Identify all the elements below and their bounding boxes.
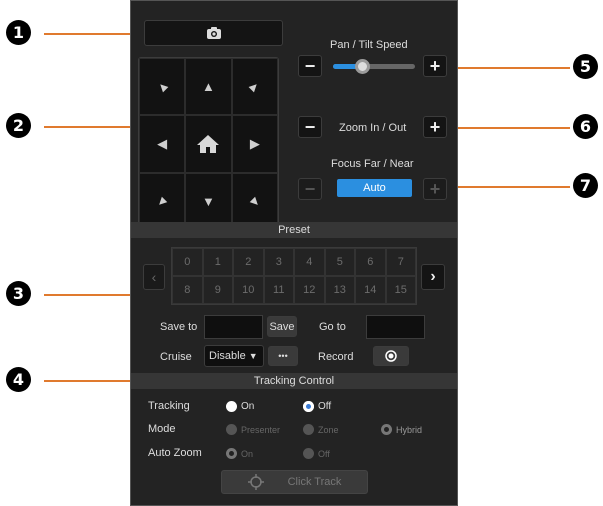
auto-zoom-on-label: On <box>241 449 254 459</box>
pan-tilt-speed-label: Pan / Tilt Speed <box>330 39 408 51</box>
arrow-up-left-icon: ▲ <box>152 76 173 97</box>
preset-slot[interactable]: 9 <box>202 276 233 304</box>
mode-zone-radio[interactable] <box>303 424 314 435</box>
preset-slot[interactable]: 11 <box>263 276 294 304</box>
record-icon <box>385 350 397 362</box>
tracking-off-radio[interactable] <box>303 401 314 412</box>
leader-line-2 <box>44 126 136 128</box>
save-button[interactable]: Save <box>267 316 297 337</box>
preset-slot[interactable]: 6 <box>355 248 386 276</box>
callout-2: 2 <box>6 113 31 138</box>
preset-slot[interactable]: 14 <box>355 276 386 304</box>
callout-3: 3 <box>6 281 31 306</box>
save-to-label: Save to <box>160 321 198 333</box>
arrow-left-icon: ◀ <box>157 135 168 151</box>
tilt-up-button[interactable]: ▲ <box>185 58 232 116</box>
pan-tilt-speed-slider[interactable] <box>333 59 415 74</box>
tracking-label: Tracking <box>148 400 190 412</box>
tracking-control-header: Tracking Control <box>131 373 457 389</box>
tracking-off-label: Off <box>318 401 332 412</box>
callout-6: 6 <box>573 114 598 139</box>
click-track-label: Click Track <box>287 476 342 488</box>
tracking-on-label: On <box>241 401 255 412</box>
preset-slot[interactable]: 15 <box>385 276 416 304</box>
leader-line-6 <box>446 127 570 129</box>
pan-up-left-button[interactable]: ▲ <box>139 58 186 116</box>
preset-slot[interactable]: 8 <box>172 276 203 304</box>
chevron-left-icon: ‹ <box>151 269 157 285</box>
cruise-select-value: Disable <box>209 350 246 362</box>
chevron-right-icon: › <box>430 268 436 285</box>
mode-hybrid-radio[interactable] <box>381 424 392 435</box>
callout-4: 4 <box>6 367 31 392</box>
camera-control-panel: ▲ ▲ ▲ ◀ ▶ ▼ ▼ ▼ Pan / Tilt Speed − + − Z… <box>130 0 458 506</box>
arrow-down-left-icon: ▼ <box>152 191 173 212</box>
pan-tilt-speed-decrease-button[interactable]: − <box>298 55 322 77</box>
pan-left-button[interactable]: ◀ <box>139 115 186 173</box>
preset-slot[interactable]: 10 <box>233 276 264 304</box>
mode-zone-label: Zone <box>318 425 339 435</box>
snapshot-button[interactable] <box>144 20 283 46</box>
tracking-on-radio[interactable] <box>226 401 237 412</box>
chevron-down-icon: ▼ <box>248 351 258 361</box>
preset-grid: 0 1 2 3 4 5 6 7 8 9 10 11 12 13 14 15 <box>171 247 417 305</box>
pan-up-right-button[interactable]: ▲ <box>231 58 278 116</box>
preset-slot[interactable]: 4 <box>294 248 325 276</box>
preset-slot[interactable]: 5 <box>324 248 355 276</box>
auto-zoom-off-radio[interactable] <box>303 448 314 459</box>
save-to-input[interactable] <box>204 315 263 339</box>
click-track-button[interactable]: Click Track <box>221 470 368 494</box>
preset-slot[interactable]: 7 <box>385 248 416 276</box>
preset-header: Preset <box>131 222 457 238</box>
direction-pad: ▲ ▲ ▲ ◀ ▶ ▼ ▼ ▼ <box>138 57 279 231</box>
zoom-in-button[interactable]: + <box>423 116 447 138</box>
camera-icon <box>206 27 221 39</box>
preset-slot[interactable]: 1 <box>202 248 233 276</box>
pan-tilt-speed-increase-button[interactable]: + <box>423 55 447 77</box>
preset-slot[interactable]: 2 <box>233 248 264 276</box>
zoom-label: Zoom In / Out <box>339 122 407 134</box>
preset-next-button[interactable]: › <box>421 264 445 290</box>
arrow-right-icon: ▶ <box>249 135 260 151</box>
focus-near-button[interactable]: + <box>423 178 447 200</box>
focus-far-button[interactable]: − <box>298 178 322 200</box>
pan-right-button[interactable]: ▶ <box>231 115 278 173</box>
arrow-up-icon: ▲ <box>202 79 215 95</box>
focus-auto-button[interactable]: Auto <box>337 179 412 197</box>
preset-slot[interactable]: 12 <box>294 276 325 304</box>
crosshair-icon <box>247 474 264 490</box>
goto-label: Go to <box>319 321 346 333</box>
arrow-up-right-icon: ▲ <box>244 76 265 97</box>
leader-line-5 <box>446 67 570 69</box>
home-icon <box>197 134 220 153</box>
mode-hybrid-label: Hybrid <box>396 425 423 435</box>
preset-slot[interactable]: 13 <box>324 276 355 304</box>
callout-7: 7 <box>573 173 598 198</box>
preset-prev-button[interactable]: ‹ <box>143 264 165 290</box>
focus-label: Focus Far / Near <box>331 158 414 170</box>
callout-5: 5 <box>573 54 598 79</box>
auto-zoom-on-radio[interactable] <box>226 448 237 459</box>
mode-label: Mode <box>148 423 176 435</box>
leader-line-7 <box>446 186 570 188</box>
callout-1: 1 <box>6 20 31 45</box>
goto-input[interactable] <box>366 315 425 339</box>
mode-presenter-radio[interactable] <box>226 424 237 435</box>
arrow-down-icon: ▼ <box>202 193 215 209</box>
preset-slot[interactable]: 0 <box>172 248 203 276</box>
pan-tilt-speed-handle[interactable] <box>354 59 370 74</box>
cruise-more-button[interactable]: ••• <box>268 346 298 366</box>
record-button[interactable] <box>373 346 409 366</box>
record-label: Record <box>318 351 354 363</box>
arrow-down-right-icon: ▼ <box>244 191 265 212</box>
cruise-select[interactable]: Disable ▼ <box>204 345 264 367</box>
auto-zoom-off-label: Off <box>318 449 330 459</box>
auto-zoom-label: Auto Zoom <box>148 447 202 459</box>
zoom-out-button[interactable]: − <box>298 116 322 138</box>
cruise-label: Cruise <box>160 351 192 363</box>
home-button[interactable] <box>185 115 232 173</box>
preset-slot[interactable]: 3 <box>263 248 294 276</box>
mode-presenter-label: Presenter <box>241 425 281 435</box>
